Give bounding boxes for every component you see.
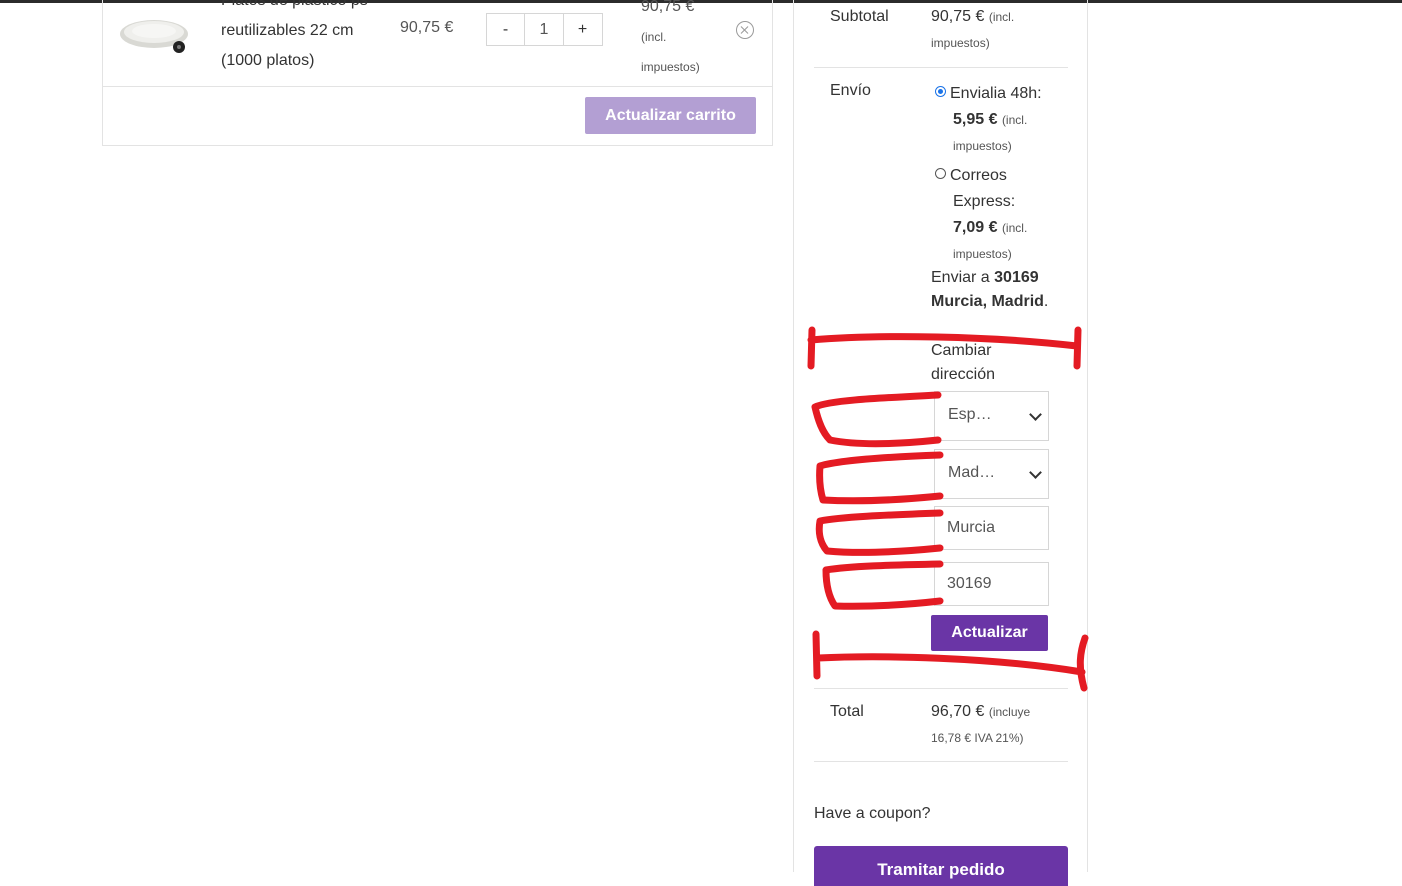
total-label: Total [830,703,864,720]
quantity-increase-button[interactable]: + [563,14,601,45]
product-price: 90,75 € [400,19,454,36]
product-name-link[interactable]: Platos de plástico ps reutilizables 22 c… [221,0,386,76]
cart-row-divider [103,86,772,87]
shipping-option-envialia[interactable]: Envialia 48h: 5,95 € (incl. impuestos) [935,81,1060,159]
ship-to-destination: Enviar a 30169 Murcia, Madrid. [931,269,1049,310]
shipping-option-correos[interactable]: Correos Express: 7,09 € (incl. impuestos… [935,163,1060,267]
postcode-input[interactable] [934,562,1049,606]
chevron-down-icon [1029,466,1042,479]
divider [814,688,1068,689]
change-address-link[interactable]: Cambiar dirección [931,339,1051,387]
state-select[interactable]: Mad… [934,449,1049,499]
quantity-input[interactable] [525,14,563,45]
quantity-stepper[interactable]: - + [486,13,603,46]
divider [814,761,1068,762]
subtotal-value: 90,75 € (incl. impuestos) [931,8,1015,50]
coupon-link[interactable]: Have a coupon? [814,805,931,823]
remove-item-icon[interactable] [736,21,754,39]
update-cart-button[interactable]: Actualizar carrito [585,97,756,134]
chevron-down-icon [1029,408,1042,421]
product-thumbnail[interactable] [120,16,190,54]
checkout-button[interactable]: Tramitar pedido [814,846,1068,886]
country-select[interactable]: Esp… [934,391,1049,441]
quantity-decrease-button[interactable]: - [487,14,525,45]
radio-selected-icon[interactable] [935,86,946,97]
radio-unselected-icon[interactable] [935,168,946,179]
update-shipping-button[interactable]: Actualizar [931,615,1048,651]
subtotal-label: Subtotal [830,8,889,25]
city-input[interactable] [934,506,1049,550]
product-subtotal: 90,75 € (incl. impuestos) [641,0,700,74]
divider [814,67,1068,68]
shipping-label: Envío [830,82,871,99]
total-value: 96,70 € (incluye 16,78 € IVA 21%) [931,703,1031,745]
